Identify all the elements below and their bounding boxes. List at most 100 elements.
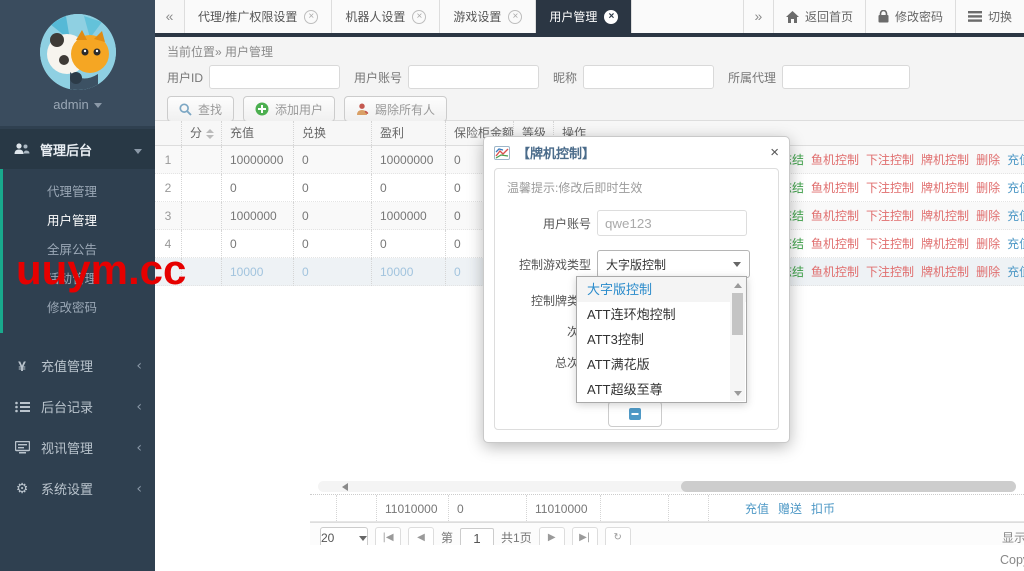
scroll-up-arrow-icon[interactable] — [734, 283, 742, 288]
last-page-button[interactable]: ▶| — [572, 527, 598, 545]
add-user-button[interactable]: 添加用户 — [243, 96, 335, 122]
fish-control-link[interactable]: 鱼机控制 — [811, 174, 859, 202]
dialog-header[interactable]: 【牌机控制】 × — [484, 137, 789, 168]
current-user[interactable]: admin — [0, 97, 155, 112]
sidebar-item-backend-records[interactable]: 后台记录 ‹ — [0, 386, 155, 427]
cell-profit: 0 — [371, 230, 445, 258]
game-type-select[interactable]: 大字版控制 — [597, 250, 750, 278]
cell-score — [181, 174, 221, 202]
delete-link[interactable]: 删除 — [976, 146, 1000, 174]
tab-label: 代理/推广权限设置 — [198, 8, 297, 25]
next-page-button[interactable]: ▶ — [539, 527, 565, 545]
bet-control-link[interactable]: 下注控制 — [866, 174, 914, 202]
col-score[interactable]: 分 — [181, 121, 221, 145]
card-control-link[interactable]: 牌机控制 — [921, 230, 969, 258]
prev-page-button[interactable]: ◀ — [408, 527, 434, 545]
tab-close-icon[interactable]: × — [508, 10, 522, 24]
scrollbar-thumb[interactable] — [681, 481, 1016, 492]
tab-close-icon[interactable]: × — [412, 10, 426, 24]
change-password-button[interactable]: 修改密码 — [865, 0, 955, 33]
card-control-link[interactable]: 牌机控制 — [921, 146, 969, 174]
card-control-link[interactable]: 牌机控制 — [921, 174, 969, 202]
fish-control-link[interactable]: 鱼机控制 — [811, 202, 859, 230]
recharge-link[interactable]: 充值 — [1007, 174, 1024, 202]
kick-all-button[interactable]: 踢除所有人 — [344, 96, 447, 122]
recharge-link[interactable]: 充值 — [1007, 202, 1024, 230]
delete-link[interactable]: 删除 — [976, 202, 1000, 230]
cell-exchange: 0 — [293, 230, 371, 258]
switch-button[interactable]: 切换 — [955, 0, 1024, 33]
sidebar-item-recharge-mgmt[interactable]: ¥ 充值管理 ‹ — [0, 345, 155, 386]
add-icon — [255, 102, 269, 116]
close-icon[interactable]: × — [770, 145, 779, 160]
recharge-link[interactable]: 充值 — [1007, 230, 1024, 258]
recharge-link[interactable]: 充值 — [1007, 258, 1024, 286]
page-number-input[interactable] — [460, 528, 494, 545]
bet-control-link[interactable]: 下注控制 — [866, 146, 914, 174]
first-page-button[interactable]: |◀ — [375, 527, 401, 545]
scroll-down-arrow-icon[interactable] — [734, 391, 742, 396]
account-input[interactable] — [408, 65, 539, 89]
tab-agent-permission-settings[interactable]: 代理/推广权限设置 × — [185, 0, 332, 33]
tabs-scroll-left-button[interactable]: « — [155, 0, 185, 33]
fish-control-link[interactable]: 鱼机控制 — [811, 230, 859, 258]
cell-exchange: 0 — [293, 258, 371, 286]
delete-link[interactable]: 删除 — [976, 258, 1000, 286]
sidebar-item-activity-mgmt[interactable]: 活动管理 — [0, 265, 155, 294]
sidebar-item-video-mgmt[interactable]: 视讯管理 ‹ — [0, 427, 155, 468]
recharge-all-link[interactable]: 充值 — [745, 495, 769, 523]
fish-control-link[interactable]: 鱼机控制 — [811, 146, 859, 174]
sidebar-item-user-mgmt[interactable]: 用户管理 — [0, 207, 155, 236]
sidebar-item-agent-mgmt[interactable]: 代理管理 — [0, 178, 155, 207]
deduct-coins-link[interactable]: 扣币 — [811, 495, 835, 523]
col-exchange[interactable]: 兑换 — [293, 121, 371, 145]
app-window: admin 管理后台 代理管理 用户管理 全屏公告 活动管理 修改密码 ¥ 充值… — [0, 0, 1024, 571]
bet-control-link[interactable]: 下注控制 — [866, 258, 914, 286]
nickname-input[interactable] — [583, 65, 714, 89]
refresh-button[interactable]: ↻ — [605, 527, 631, 545]
card-control-link[interactable]: 牌机控制 — [921, 258, 969, 286]
card-control-link[interactable]: 牌机控制 — [921, 202, 969, 230]
bet-control-link[interactable]: 下注控制 — [866, 230, 914, 258]
home-button[interactable]: 返回首页 — [773, 0, 865, 33]
sidebar-item-change-password[interactable]: 修改密码 — [0, 294, 155, 323]
recharge-link[interactable]: 充值 — [1007, 146, 1024, 174]
horizontal-scrollbar[interactable] — [318, 481, 1016, 492]
dropdown-option[interactable]: ATT满花版 — [577, 352, 746, 377]
avatar[interactable] — [40, 14, 116, 90]
chevron-left-icon: ‹ — [136, 481, 142, 497]
delete-link[interactable]: 删除 — [976, 174, 1000, 202]
tab-close-icon[interactable]: × — [304, 10, 318, 24]
col-profit[interactable]: 盈利 — [371, 121, 445, 145]
dialog-confirm-button[interactable] — [608, 401, 662, 427]
delete-link[interactable]: 删除 — [976, 230, 1000, 258]
sidebar-item-system-settings[interactable]: ⚙ 系统设置 ‹ — [0, 468, 155, 509]
gift-link[interactable]: 赠送 — [778, 495, 802, 523]
dropdown-option[interactable]: ATT连环炮控制 — [577, 302, 746, 327]
sidebar-item-fullscreen-notice[interactable]: 全屏公告 — [0, 236, 155, 265]
search-button[interactable]: 查找 — [167, 96, 234, 122]
user-id-input[interactable] — [209, 65, 340, 89]
tab-robot-settings[interactable]: 机器人设置 × — [332, 0, 440, 33]
tab-game-settings[interactable]: 游戏设置 × — [440, 0, 536, 33]
sidebar-item-admin-root[interactable]: 管理后台 — [0, 129, 155, 169]
col-recharge[interactable]: 充值 — [221, 121, 293, 145]
sidebar: admin 管理后台 代理管理 用户管理 全屏公告 活动管理 修改密码 ¥ 充值… — [0, 0, 155, 571]
dropdown-scrollbar-thumb[interactable] — [732, 293, 743, 335]
fish-control-link[interactable]: 鱼机控制 — [811, 258, 859, 286]
chevron-left-icon: ‹ — [136, 440, 142, 456]
chevron-down-icon — [359, 536, 367, 541]
tab-close-icon[interactable]: × — [604, 10, 618, 24]
bet-control-link[interactable]: 下注控制 — [866, 202, 914, 230]
agent-input[interactable] — [782, 65, 910, 89]
dropdown-option[interactable]: 大字版控制 — [577, 277, 746, 302]
totals-level — [668, 495, 708, 523]
tab-user-management[interactable]: 用户管理 × — [536, 0, 632, 33]
page-size-select[interactable]: 20 — [320, 527, 368, 545]
dropdown-option[interactable]: ATT超级至尊 — [577, 377, 746, 402]
tabs-scroll-right-button[interactable]: » — [743, 0, 773, 33]
account-field[interactable] — [597, 210, 747, 236]
dropdown-option[interactable]: ATT3控制 — [577, 327, 746, 352]
scroll-left-arrow-icon[interactable] — [342, 483, 348, 491]
dropdown-scrollbar[interactable] — [730, 278, 745, 401]
